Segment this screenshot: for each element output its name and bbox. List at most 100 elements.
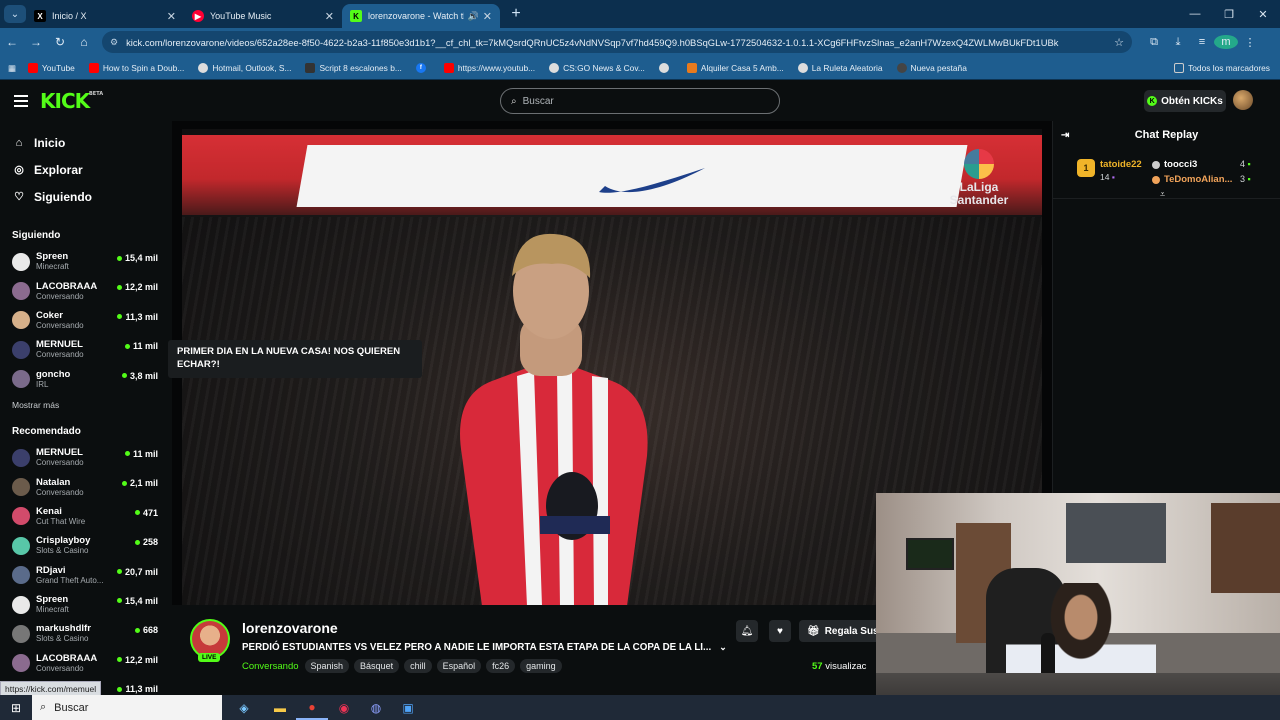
app-icon[interactable]: ◉ bbox=[328, 695, 360, 720]
channel-item[interactable]: Spreen Minecraft 15,4 mil bbox=[0, 590, 170, 619]
channel-item[interactable]: RDjavi Grand Theft Auto... 20,7 mil bbox=[0, 561, 170, 590]
bookmark-item[interactable]: Alquiler Casa 5 Amb... bbox=[686, 62, 784, 73]
channel-item[interactable]: Kenai Cut That Wire 471 bbox=[0, 502, 170, 531]
gifter-row[interactable]: TeDomoAlian... bbox=[1152, 174, 1232, 185]
hamburger-menu-icon[interactable] bbox=[14, 92, 28, 110]
bookmark-item[interactable]: f bbox=[415, 62, 430, 73]
bookmark-item[interactable]: Hotmail, Outlook, S... bbox=[198, 62, 291, 73]
tag[interactable]: fc26 bbox=[486, 659, 516, 673]
x-logo-icon: X bbox=[34, 10, 46, 22]
channel-item[interactable]: goncho IRL 3,8 mil bbox=[0, 365, 170, 394]
tab-youtube-music[interactable]: ▶ YouTube Music ✕ bbox=[184, 4, 342, 28]
nav-siguiendo[interactable]: ♡ Siguiendo bbox=[0, 183, 170, 210]
tag[interactable]: Spanish bbox=[304, 659, 350, 673]
kick-logo[interactable]: KICK BETA bbox=[40, 89, 103, 113]
apps-icon[interactable]: ▦ bbox=[8, 63, 16, 73]
menu-icon[interactable]: ⋮ bbox=[1238, 36, 1262, 49]
channel-item[interactable]: MERNUEL Conversando 11 mil bbox=[0, 335, 170, 364]
close-window-icon[interactable]: ✕ bbox=[1246, 8, 1280, 21]
channel-name: MERNUEL bbox=[36, 447, 83, 459]
gifter-row[interactable]: toocci3 bbox=[1152, 159, 1197, 170]
tag[interactable]: gaming bbox=[520, 659, 562, 673]
chevron-down-icon[interactable]: ⌄ bbox=[719, 642, 727, 652]
channel-item[interactable]: Spreen Minecraft 15,4 mil bbox=[0, 247, 170, 276]
forward-icon[interactable]: → bbox=[24, 35, 48, 49]
tab-x[interactable]: X Inicio / X ✕ bbox=[26, 4, 184, 28]
badge-icon bbox=[1152, 175, 1160, 184]
user-avatar[interactable] bbox=[1233, 90, 1253, 110]
nav-inicio[interactable]: ⌂ Inicio bbox=[0, 129, 170, 156]
all-bookmarks[interactable]: Todos los marcadores bbox=[1174, 62, 1270, 73]
expand-gifters-icon[interactable]: ⩡ bbox=[1160, 189, 1165, 200]
gifter-count: 14 ▪ bbox=[1100, 172, 1115, 182]
channel-item[interactable]: Coker Conversando 11,3 mil bbox=[0, 306, 170, 335]
live-dot-icon bbox=[134, 627, 140, 633]
gift-icon: 🎁︎ bbox=[807, 625, 820, 637]
close-icon[interactable]: ✕ bbox=[483, 10, 492, 23]
nav-explorar[interactable]: ◎ Explorar bbox=[0, 156, 170, 183]
extensions-icon[interactable]: ⧉ bbox=[1142, 36, 1166, 49]
tag[interactable]: chill bbox=[404, 659, 432, 673]
bookmark-star-icon[interactable]: ☆ bbox=[1114, 36, 1124, 49]
search-icon: ⌕ bbox=[511, 95, 517, 107]
download-icon[interactable]: ⤓ bbox=[1166, 36, 1190, 49]
media-icon[interactable]: ≡ bbox=[1190, 36, 1214, 48]
avatar bbox=[12, 340, 30, 359]
reload-icon[interactable]: ↻ bbox=[48, 35, 72, 49]
close-icon[interactable]: ✕ bbox=[167, 10, 176, 23]
speaker-icon[interactable]: 🔊 bbox=[468, 11, 479, 22]
new-tab-button[interactable]: + bbox=[506, 5, 526, 23]
site-info-icon[interactable]: ⚙ bbox=[110, 37, 118, 48]
bookmark-item[interactable]: CS:GO News & Cov... bbox=[549, 62, 645, 73]
stream-info-panel: LIVE lorenzovarone PERDIÓ ESTUDIANTES VS… bbox=[172, 605, 889, 695]
profile-avatar[interactable]: m bbox=[1214, 35, 1238, 49]
bookmark-item[interactable]: Nueva pestaña bbox=[896, 62, 967, 73]
copilot-icon[interactable]: ◈ bbox=[224, 695, 264, 720]
bookmark-item[interactable]: YouTube bbox=[27, 62, 75, 73]
streamer-name[interactable]: lorenzovarone bbox=[242, 620, 338, 636]
live-dot-icon bbox=[121, 480, 127, 486]
chrome-icon[interactable]: ● bbox=[296, 695, 328, 720]
bookmark-item[interactable]: How to Spin a Doub... bbox=[88, 62, 184, 73]
channel-item[interactable]: markushdlfr Slots & Casino 668 bbox=[0, 619, 170, 648]
bookmark-item[interactable]: Script 8 escalones b... bbox=[305, 62, 402, 73]
url-field[interactable]: ⚙ kick.com/lorenzovarone/videos/652a28ee… bbox=[102, 31, 1132, 53]
search-bar[interactable]: ⌕ bbox=[500, 88, 780, 114]
follow-heart-button[interactable]: ♥ bbox=[769, 620, 791, 642]
tab-kick[interactable]: K lorenzovarone - Watch the 🔊 ✕ bbox=[342, 4, 500, 28]
back-icon[interactable]: ← bbox=[0, 35, 24, 49]
address-bar-row: ← → ↻ ⌂ ⚙ kick.com/lorenzovarone/videos/… bbox=[0, 28, 1280, 56]
show-more-link[interactable]: Mostrar más bbox=[12, 400, 170, 410]
channel-item[interactable]: Natalan Conversando 2,1 mil bbox=[0, 472, 170, 501]
notification-bell-button[interactable]: 🔔︎ bbox=[736, 620, 758, 642]
collapse-chat-icon[interactable]: ⇥ bbox=[1061, 130, 1069, 141]
photos-icon[interactable]: ▣ bbox=[392, 695, 424, 720]
minimize-icon[interactable]: — bbox=[1178, 8, 1212, 21]
get-kicks-button[interactable]: K Obtén KICKs bbox=[1144, 90, 1226, 112]
search-input[interactable] bbox=[522, 95, 753, 107]
discord-icon[interactable]: ◍ bbox=[360, 695, 392, 720]
category-link[interactable]: Conversando bbox=[242, 661, 299, 672]
file-explorer-icon[interactable]: ▬ bbox=[264, 695, 296, 720]
channel-item[interactable]: MERNUEL Conversando 11 mil bbox=[0, 443, 170, 472]
channel-item[interactable]: LACOBRAAA Conversando 12,2 mil bbox=[0, 649, 170, 678]
recommended-section-title: Recomendado bbox=[12, 425, 81, 437]
channel-item[interactable]: LACOBRAAA Conversando 12,2 mil bbox=[0, 276, 170, 305]
facebook-icon: f bbox=[415, 62, 426, 73]
live-dot-icon bbox=[117, 686, 123, 692]
taskbar-search[interactable]: ⌕ Buscar bbox=[32, 695, 222, 720]
avatar bbox=[12, 478, 30, 497]
channel-item[interactable]: Crisplayboy Slots & Casino 258 bbox=[0, 531, 170, 560]
restore-icon[interactable]: ❐ bbox=[1212, 8, 1246, 21]
close-icon[interactable]: ✕ bbox=[325, 10, 334, 23]
bookmark-item[interactable]: https://www.youtub... bbox=[443, 62, 535, 73]
bookmark-item[interactable] bbox=[658, 62, 673, 73]
gifter-name[interactable]: tatoide22 bbox=[1100, 159, 1142, 170]
windows-start-icon[interactable]: ⊞ bbox=[0, 701, 32, 715]
tab-search-button[interactable]: ⌄ bbox=[4, 5, 26, 23]
bookmark-item[interactable]: La Ruleta Aleatoria bbox=[797, 62, 883, 73]
channel-category: Minecraft bbox=[36, 262, 69, 272]
tag[interactable]: Español bbox=[436, 659, 482, 673]
tag[interactable]: Básquet bbox=[354, 659, 400, 673]
home-icon[interactable]: ⌂ bbox=[72, 35, 96, 49]
